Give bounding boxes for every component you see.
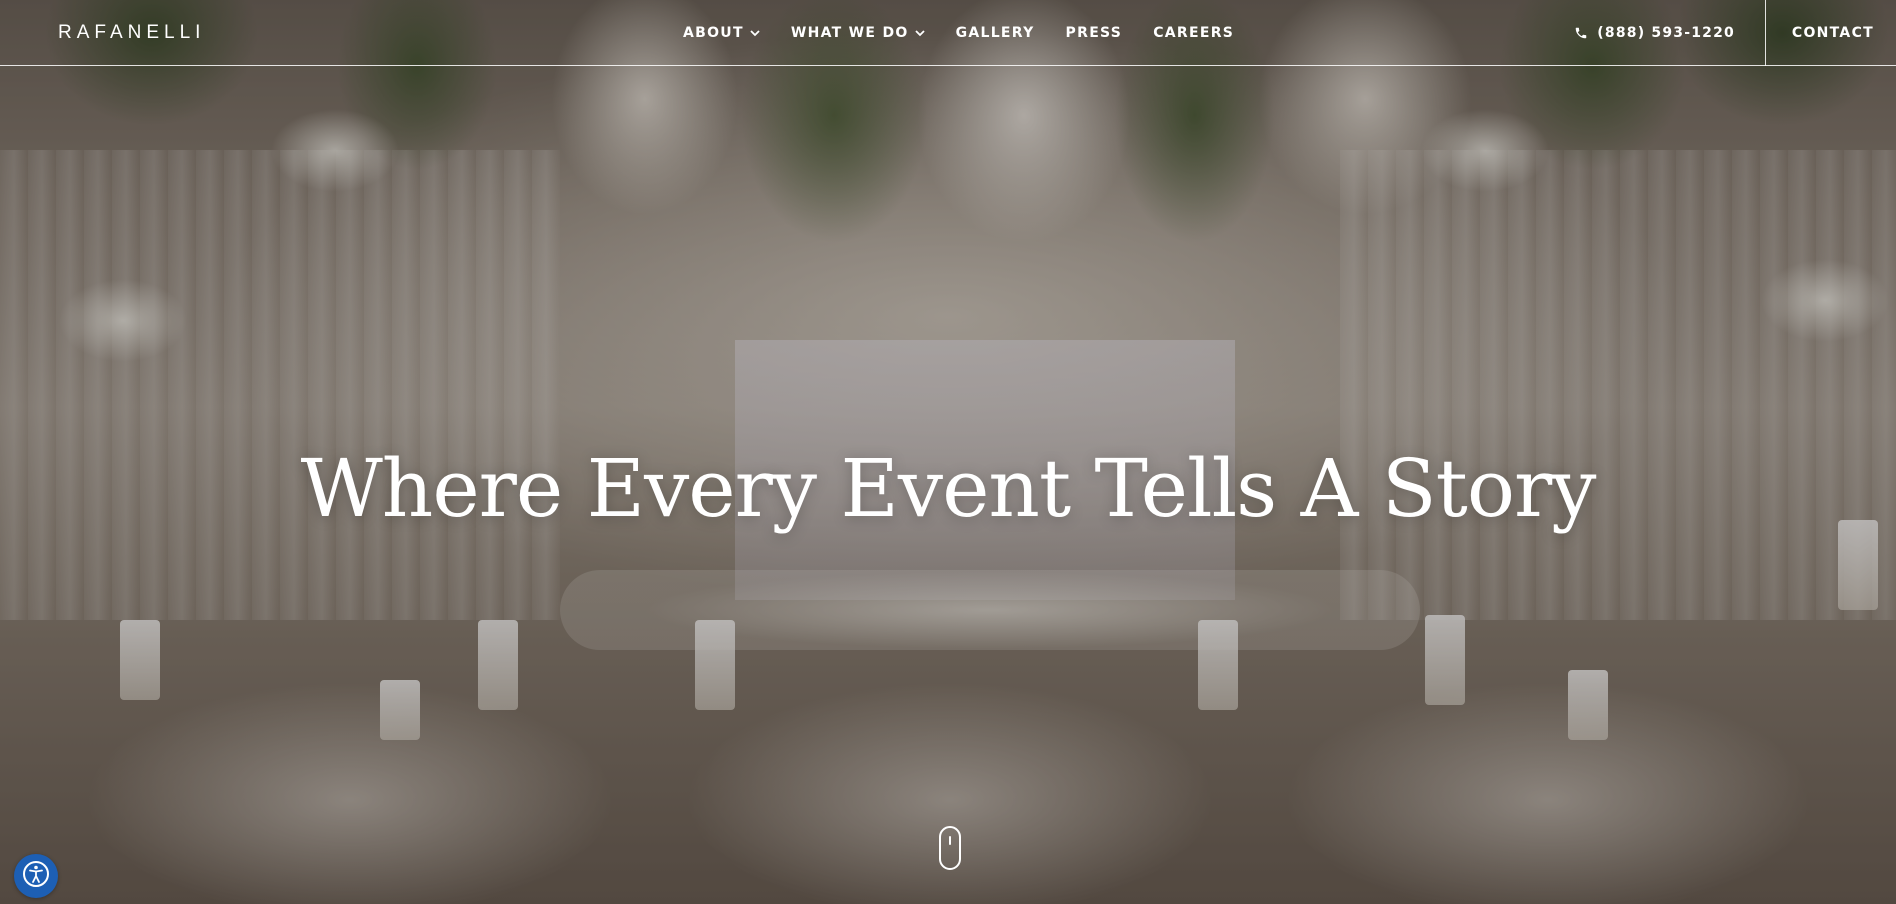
site-header: RAFANELLI ABOUT WHAT WE DO GALLERY PRESS [0, 0, 1896, 66]
nav-item-label: WHAT WE DO [790, 25, 909, 41]
phone-icon [1574, 26, 1588, 40]
nav-item-about[interactable]: ABOUT [683, 25, 760, 41]
nav-item-label: GALLERY [955, 25, 1035, 41]
chevron-down-icon [914, 29, 925, 40]
header-divider [1765, 0, 1766, 66]
brand-logo[interactable]: RAFANELLI [58, 22, 205, 44]
scroll-wheel-indicator [949, 836, 951, 845]
phone-number: (888) 593-1220 [1597, 25, 1735, 41]
nav-item-label: PRESS [1065, 25, 1123, 41]
hero-section: RAFANELLI ABOUT WHAT WE DO GALLERY PRESS [0, 0, 1896, 904]
nav-item-careers[interactable]: CAREERS [1153, 25, 1234, 41]
accessibility-button[interactable] [14, 854, 58, 898]
mouse-scroll-icon[interactable] [939, 826, 961, 870]
nav-item-gallery[interactable]: GALLERY [956, 25, 1035, 41]
nav-item-what-we-do[interactable]: WHAT WE DO [791, 25, 925, 41]
nav-item-label: CAREERS [1153, 25, 1235, 41]
main-nav: ABOUT WHAT WE DO GALLERY PRESS CAREERS [683, 0, 1265, 66]
phone-link[interactable]: (888) 593-1220 [1574, 0, 1735, 66]
chevron-down-icon [750, 29, 760, 40]
contact-link[interactable]: CONTACT [1792, 0, 1874, 66]
nav-item-press[interactable]: PRESS [1066, 25, 1123, 41]
accessibility-icon [21, 859, 51, 894]
hero-headline: Where Every Event Tells A Story [300, 442, 1597, 535]
nav-item-label: ABOUT [683, 25, 744, 41]
